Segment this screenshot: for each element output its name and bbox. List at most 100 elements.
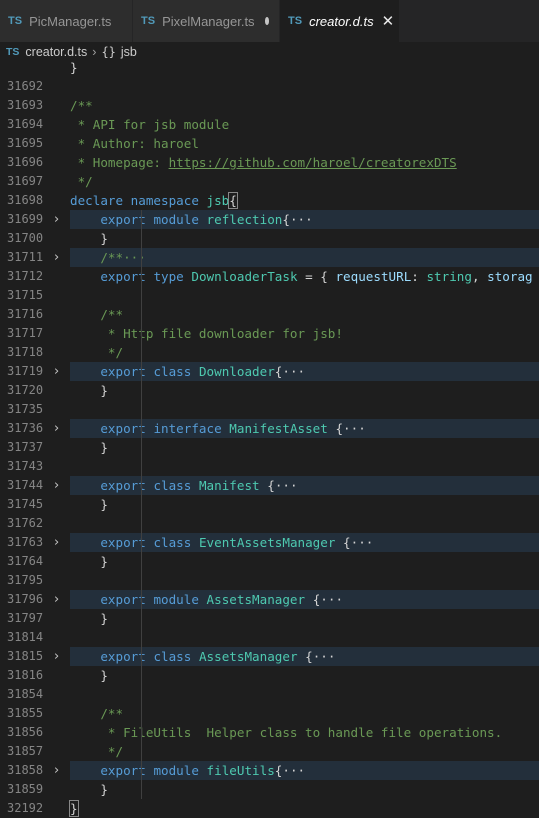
code-line-folded: 31816 › export class AssetsManager {··· <box>0 647 539 682</box>
keyword: interface <box>153 421 222 436</box>
close-icon[interactable]: ✕ <box>382 12 395 30</box>
homepage-link[interactable]: https://github.com/haroel/creatorexDTS <box>169 155 457 170</box>
keyword: module <box>153 212 199 227</box>
code-line: 31814 } <box>0 609 539 644</box>
code-line: 31716 <box>0 286 539 321</box>
code-line: 31717 /** <box>0 305 539 340</box>
chevron-right-icon[interactable]: › <box>54 533 64 552</box>
open-brace: { <box>282 212 290 227</box>
code-line: 31718 * Http file downloader for jsb! <box>0 324 539 359</box>
typescript-file-icon: TS <box>141 15 156 27</box>
doc-comment: */ <box>70 174 93 189</box>
keyword: module <box>153 763 199 778</box>
module-name: AssetsManager <box>206 592 306 607</box>
doc-comment: /** <box>100 706 124 721</box>
type-name: DownloaderTask <box>191 269 298 284</box>
module-name: fileUtils <box>206 763 275 778</box>
typescript-file-icon: TS <box>6 45 20 58</box>
fold-ellipsis[interactable]: ··· <box>282 763 305 778</box>
close-brace: } <box>100 497 108 512</box>
code-line: 31697 * Homepage: https://github.com/har… <box>0 153 539 188</box>
code-line: 31715 export type DownloaderTask = { req… <box>0 267 539 302</box>
code-line: 31694 /** <box>0 96 539 131</box>
unsaved-dot-icon[interactable] <box>264 17 269 25</box>
code-line-folded: 31745 › export class Manifest {··· <box>0 476 539 511</box>
code-line: 31711 } <box>0 229 539 264</box>
code-line: 31699 declare namespace jsb{ <box>0 191 539 226</box>
tab-bar: TS PicManager.ts TS PixelManager.ts TS c… <box>0 0 539 42</box>
chevron-right-icon[interactable]: › <box>54 248 64 267</box>
chevron-right-icon[interactable]: › <box>54 761 64 780</box>
code-line: 31763 <box>0 514 539 549</box>
code-editor[interactable]: 31692 } 31693 31694 /** 31695 * API for … <box>0 61 539 818</box>
doc-comment: * Homepage: <box>70 155 169 170</box>
punctuation: = { <box>297 269 336 284</box>
code-line: 31735 } <box>0 381 539 416</box>
tab-label: PixelManager.ts <box>162 13 255 29</box>
keyword: export <box>100 364 146 379</box>
fold-ellipsis[interactable]: ··· <box>343 421 366 436</box>
tab-pixelmanager[interactable]: TS PixelManager.ts <box>133 0 280 42</box>
code-line: 31693 <box>0 77 539 112</box>
chevron-right-icon[interactable]: › <box>54 419 64 438</box>
keyword: export <box>100 535 146 550</box>
tab-label: creator.d.ts <box>309 13 374 29</box>
breadcrumb-file[interactable]: creator.d.ts <box>25 45 87 59</box>
class-name: Manifest <box>198 478 260 493</box>
close-brace: } <box>100 231 108 246</box>
fold-ellipsis[interactable]: ··· <box>313 649 336 664</box>
tab-creator-d-ts[interactable]: TS creator.d.ts ✕ <box>280 0 400 42</box>
interface-name: ManifestAsset <box>229 421 328 436</box>
chevron-right-icon[interactable]: › <box>54 476 64 495</box>
keyword: module <box>153 592 199 607</box>
doc-comment: */ <box>100 744 124 759</box>
fold-ellipsis[interactable]: ··· <box>290 212 313 227</box>
keyword: class <box>153 364 192 379</box>
fold-ellipsis[interactable]: ··· <box>351 535 374 550</box>
doc-comment: * Http file downloader for jsb! <box>100 326 343 341</box>
fold-ellipsis[interactable]: ··· <box>275 478 298 493</box>
code-line: 31736 <box>0 400 539 435</box>
fold-ellipsis[interactable]: ··· <box>282 364 305 379</box>
breadcrumb-symbol[interactable]: jsb <box>121 45 137 59</box>
code-line: 31795 } <box>0 552 539 587</box>
tab-picmanager[interactable]: TS PicManager.ts <box>0 0 133 42</box>
chevron-right-icon: › <box>92 44 97 59</box>
open-brace: { <box>228 192 238 209</box>
open-brace: { <box>267 478 275 493</box>
code-line: 31762 } <box>0 495 539 530</box>
open-brace: { <box>305 649 313 664</box>
keyword: class <box>153 649 192 664</box>
chevron-right-icon[interactable]: › <box>54 362 64 381</box>
chevron-right-icon[interactable]: › <box>54 210 64 229</box>
chevron-right-icon[interactable]: › <box>54 590 64 609</box>
code-line: 31692 } <box>0 61 539 93</box>
close-brace: } <box>100 611 108 626</box>
code-line: 31744 <box>0 457 539 492</box>
punctuation: : <box>411 269 427 284</box>
code-line-folded: 31859 › export module fileUtils{··· <box>0 761 539 796</box>
code-line: 31858 */ <box>0 742 539 777</box>
code-line-folded: 31764 › export class EventAssetsManager … <box>0 533 539 568</box>
keyword: export <box>100 478 146 493</box>
namespace-name: jsb <box>206 193 230 208</box>
breadcrumb: TS creator.d.ts › {} jsb <box>0 42 539 61</box>
property: requestURL <box>335 269 412 284</box>
keyword: export <box>100 763 146 778</box>
keyword: export <box>100 649 146 664</box>
keyword: type <box>153 269 184 284</box>
property: storag <box>487 269 533 284</box>
chevron-right-icon[interactable]: › <box>54 647 64 666</box>
code-line-folded: 31797 › export module AssetsManager {··· <box>0 590 539 625</box>
code-line: 31696 * Author: haroel <box>0 134 539 169</box>
editor-window: TS PicManager.ts TS PixelManager.ts TS c… <box>0 0 539 818</box>
code-line: 31743 } <box>0 438 539 473</box>
typescript-file-icon: TS <box>288 15 303 27</box>
doc-comment: * FileUtils Helper class to handle file … <box>100 725 503 740</box>
close-brace: } <box>100 554 108 569</box>
class-name: AssetsManager <box>198 649 298 664</box>
close-brace: } <box>100 440 108 455</box>
fold-ellipsis[interactable]: ··· <box>320 592 343 607</box>
code-line: 31855 <box>0 685 539 720</box>
close-brace: } <box>100 782 108 797</box>
